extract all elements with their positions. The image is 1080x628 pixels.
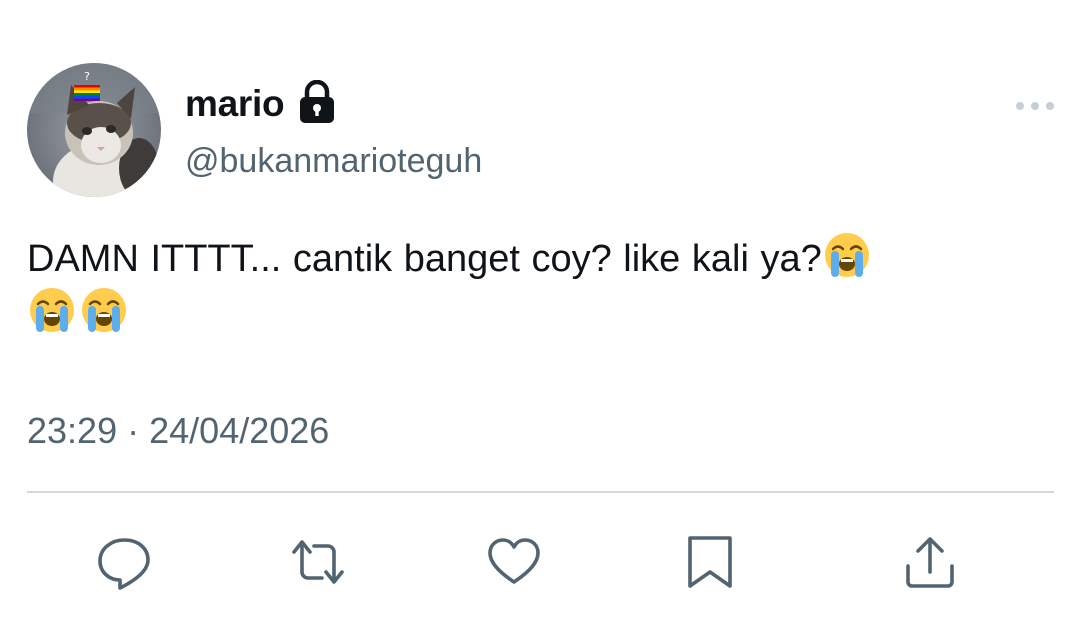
reply-button[interactable] [96, 534, 152, 590]
cat-avatar-image: ? [27, 63, 161, 197]
share-icon [906, 537, 954, 588]
loudly-crying-face-icon [79, 285, 129, 335]
tweet-date: 24/04/2026 [149, 410, 330, 451]
tweet-body: DAMN ITTTT... cantik banget coy? like ka… [27, 238, 822, 280]
avatar[interactable]: ? [27, 63, 161, 197]
lock-icon [298, 79, 336, 124]
more-options-button[interactable] [1014, 96, 1056, 116]
like-button[interactable] [486, 534, 542, 590]
share-button[interactable] [902, 534, 958, 590]
divider [27, 491, 1054, 493]
tweet-time: 23:29 [27, 410, 118, 451]
more-horizontal-icon [1016, 102, 1054, 110]
reply-icon [98, 538, 150, 590]
svg-text:?: ? [84, 70, 90, 83]
display-name-text: mario [185, 83, 285, 124]
retweet-button[interactable] [290, 534, 346, 590]
bookmark-button[interactable] [682, 534, 738, 590]
retweet-icon [292, 540, 344, 584]
timestamp-separator: · [127, 410, 140, 451]
loudly-crying-face-icon [27, 285, 77, 335]
bookmark-icon [688, 536, 732, 588]
tweet-text: DAMN ITTTT... cantik banget coy? like ka… [27, 230, 1027, 340]
username-handle[interactable]: @bukanmarioteguh [185, 140, 482, 182]
heart-icon [488, 538, 540, 584]
tweet-timestamp[interactable]: 23:29 · 24/04/2026 [27, 408, 329, 454]
loudly-crying-face-icon [822, 230, 872, 280]
display-name[interactable]: mario [185, 79, 336, 128]
